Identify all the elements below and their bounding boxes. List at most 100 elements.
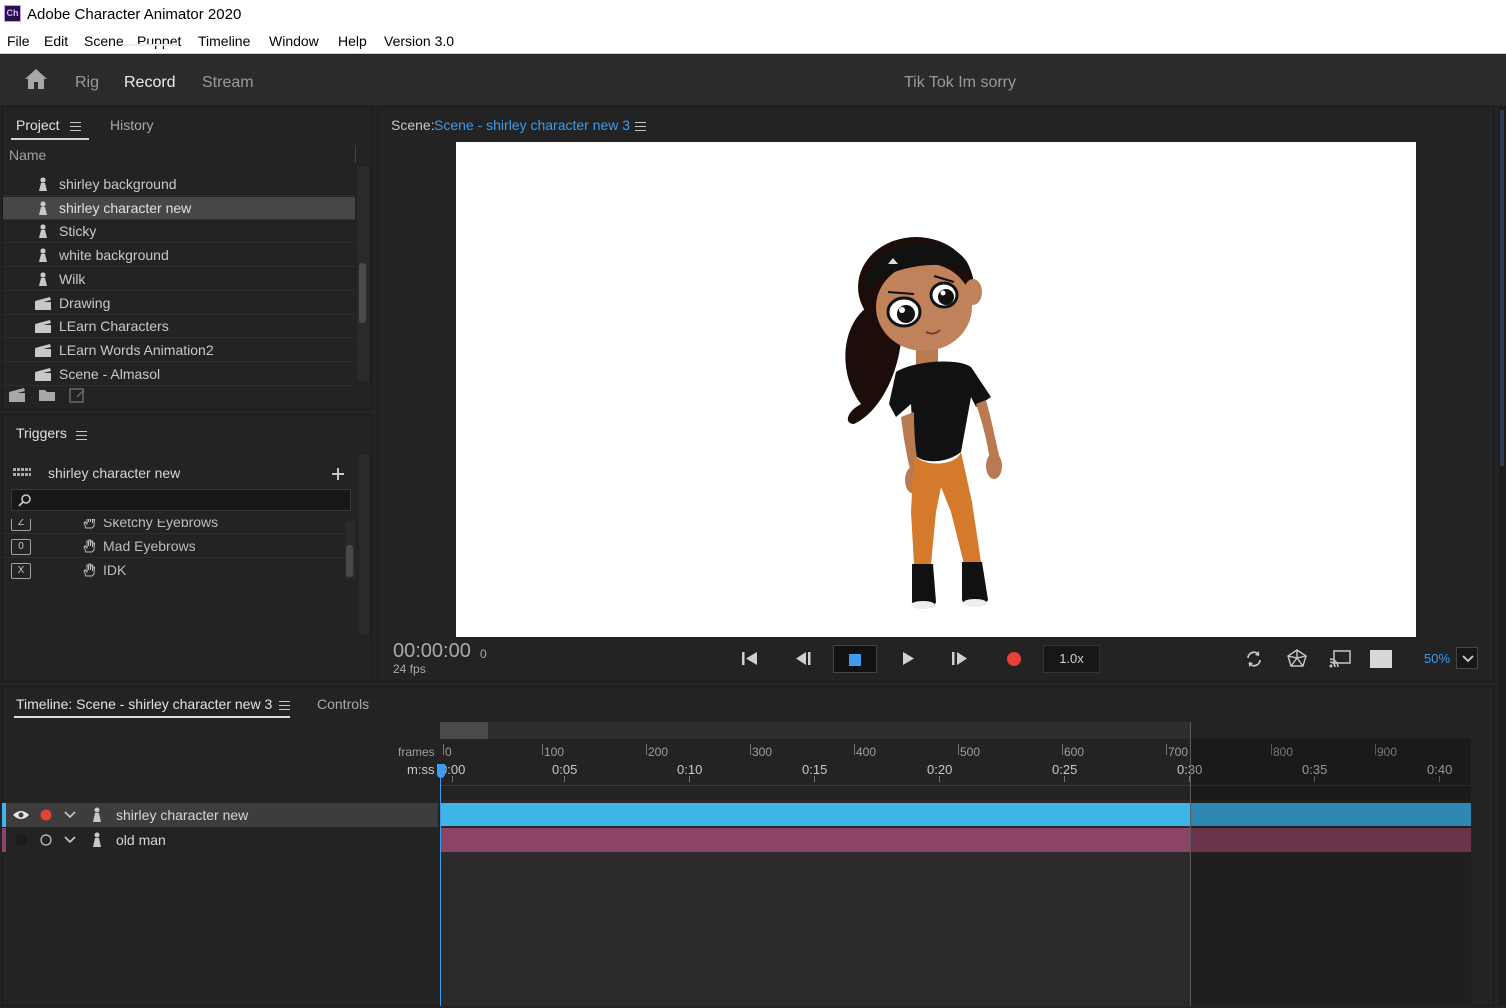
trigger-key: 0 — [11, 539, 31, 555]
menu-help[interactable]: Help — [338, 33, 367, 49]
step-forward-icon[interactable] — [950, 645, 970, 673]
triggers-title[interactable]: Triggers — [16, 425, 67, 441]
project-item[interactable]: LEarn Characters — [3, 315, 355, 339]
trigger-scrollbar-thumb[interactable] — [346, 545, 353, 577]
scene-canvas[interactable] — [456, 142, 1416, 637]
project-item-label: LEarn Words Animation2 — [59, 341, 214, 358]
project-item[interactable]: shirley character new — [3, 196, 355, 220]
project-scrollbar[interactable] — [357, 167, 369, 381]
chevron-down-icon[interactable] — [64, 836, 76, 844]
trigger-row[interactable]: 0 Mad Eyebrows — [3, 535, 353, 558]
project-item[interactable]: Scene - Almasol — [3, 363, 355, 386]
scene-end-overlay — [1190, 722, 1471, 1006]
layer-row[interactable]: shirley character new — [2, 803, 438, 827]
trigger-row[interactable]: X IDK — [3, 559, 353, 579]
menu-window[interactable]: Window — [269, 33, 319, 49]
scene-menu-icon[interactable] — [635, 122, 646, 131]
stop-button[interactable] — [833, 645, 877, 673]
tab-history[interactable]: History — [110, 117, 154, 133]
time-tick — [689, 776, 690, 782]
tab-rig[interactable]: Rig — [75, 74, 99, 92]
tab-timeline[interactable]: Timeline: Scene - shirley character new … — [16, 696, 272, 712]
project-title: Tik Tok Im sorry — [903, 74, 1016, 91]
trigger-list-scrollbar[interactable] — [345, 521, 355, 579]
tab-stream[interactable]: Stream — [202, 74, 254, 92]
playback-speed[interactable]: 1.0x — [1043, 645, 1100, 673]
project-item-label: shirley character new — [59, 199, 192, 216]
project-item[interactable]: shirley background — [3, 173, 355, 196]
zoom-dropdown[interactable] — [1456, 647, 1478, 669]
cast-icon[interactable] — [1328, 645, 1352, 673]
name-column-header[interactable]: Name — [9, 147, 46, 163]
menu-version[interactable]: Version 3.0 — [384, 33, 454, 49]
frame-tick-label: 500 — [960, 745, 981, 759]
tab-controls[interactable]: Controls — [317, 696, 369, 712]
frame-tick-label: 700 — [1168, 745, 1189, 759]
time-tick — [452, 776, 453, 782]
frame-tick — [958, 744, 959, 755]
chevron-down-icon[interactable] — [64, 811, 76, 819]
frame-tick — [443, 744, 444, 755]
new-scene-icon[interactable] — [8, 387, 26, 403]
timeline-tab-underline — [14, 716, 290, 718]
menu-puppet[interactable]: Puppet — [137, 33, 181, 49]
step-back-icon[interactable] — [793, 645, 813, 673]
playhead[interactable] — [440, 775, 441, 1006]
puppet-icon — [39, 224, 47, 239]
project-item-label: LEarn Characters — [59, 318, 169, 335]
project-item[interactable]: Drawing — [3, 292, 355, 315]
loop-icon[interactable] — [1244, 645, 1264, 673]
tab-record[interactable]: Record — [124, 74, 176, 92]
triggers-panel: Triggers shirley character new Z Sketchy… — [2, 414, 372, 682]
background-color-swatch[interactable] — [1370, 650, 1392, 668]
trigger-key: Z — [11, 519, 31, 531]
playhead-handle[interactable] — [437, 764, 445, 778]
triggers-panel-scrollbar[interactable] — [359, 455, 369, 635]
scene-name-link[interactable]: Scene - shirley character new 3 — [434, 117, 630, 133]
add-trigger-icon[interactable] — [331, 467, 345, 481]
layer-name: old man — [116, 832, 166, 848]
zoom-level[interactable]: 50% — [1424, 651, 1450, 666]
puppet-character[interactable] — [456, 142, 1416, 637]
timeline-menu-icon[interactable] — [279, 701, 290, 710]
chevron-down-icon — [1462, 655, 1474, 663]
project-item[interactable]: Wilk — [3, 268, 355, 291]
frame-tick — [1062, 744, 1063, 755]
tab-project[interactable]: Project — [16, 117, 60, 133]
trigger-row[interactable]: Z Sketchy Eyebrows — [3, 519, 353, 534]
keyboard-icon — [13, 468, 31, 476]
record-arm-icon[interactable] — [40, 834, 52, 846]
project-item[interactable]: white background — [3, 244, 355, 268]
eye-icon[interactable] — [12, 809, 30, 821]
go-to-start-icon[interactable] — [740, 645, 760, 673]
trigger-label: Mad Eyebrows — [103, 538, 196, 554]
triggers-menu-icon[interactable] — [76, 431, 87, 440]
folder-icon[interactable] — [38, 388, 56, 402]
menu-timeline[interactable]: Timeline — [198, 33, 250, 49]
project-item[interactable]: LEarn Words Animation2 — [3, 339, 355, 362]
layer-row[interactable]: old man — [2, 828, 438, 852]
timeline-scroll-thumb[interactable] — [440, 722, 488, 739]
trigger-label: Sketchy Eyebrows — [103, 519, 219, 530]
menu-file[interactable]: File — [7, 33, 30, 49]
layer-color-tag — [2, 803, 6, 827]
play-icon[interactable] — [899, 645, 919, 673]
frame-number: 0 — [480, 647, 487, 661]
project-item-label: Wilk — [59, 270, 86, 287]
mesh-icon[interactable] — [1286, 645, 1308, 673]
project-scrollbar-thumb[interactable] — [359, 263, 366, 323]
project-item-label: shirley background — [59, 176, 177, 192]
home-icon[interactable] — [24, 68, 48, 90]
record-arm-icon[interactable] — [40, 809, 52, 821]
puppet-icon — [93, 807, 101, 822]
project-item[interactable]: Sticky — [3, 220, 355, 244]
new-item-icon[interactable] — [68, 387, 86, 403]
menu-edit[interactable]: Edit — [44, 33, 68, 49]
project-menu-icon[interactable] — [70, 122, 81, 131]
timecode[interactable]: 00:00:00 — [393, 640, 471, 663]
menu-scene[interactable]: Scene — [84, 33, 124, 49]
record-icon[interactable] — [1004, 645, 1024, 673]
visibility-toggle[interactable] — [16, 834, 27, 845]
trigger-search-input[interactable] — [11, 489, 351, 511]
title-bar: Ch Adobe Character Animator 2020 — [0, 0, 1506, 29]
